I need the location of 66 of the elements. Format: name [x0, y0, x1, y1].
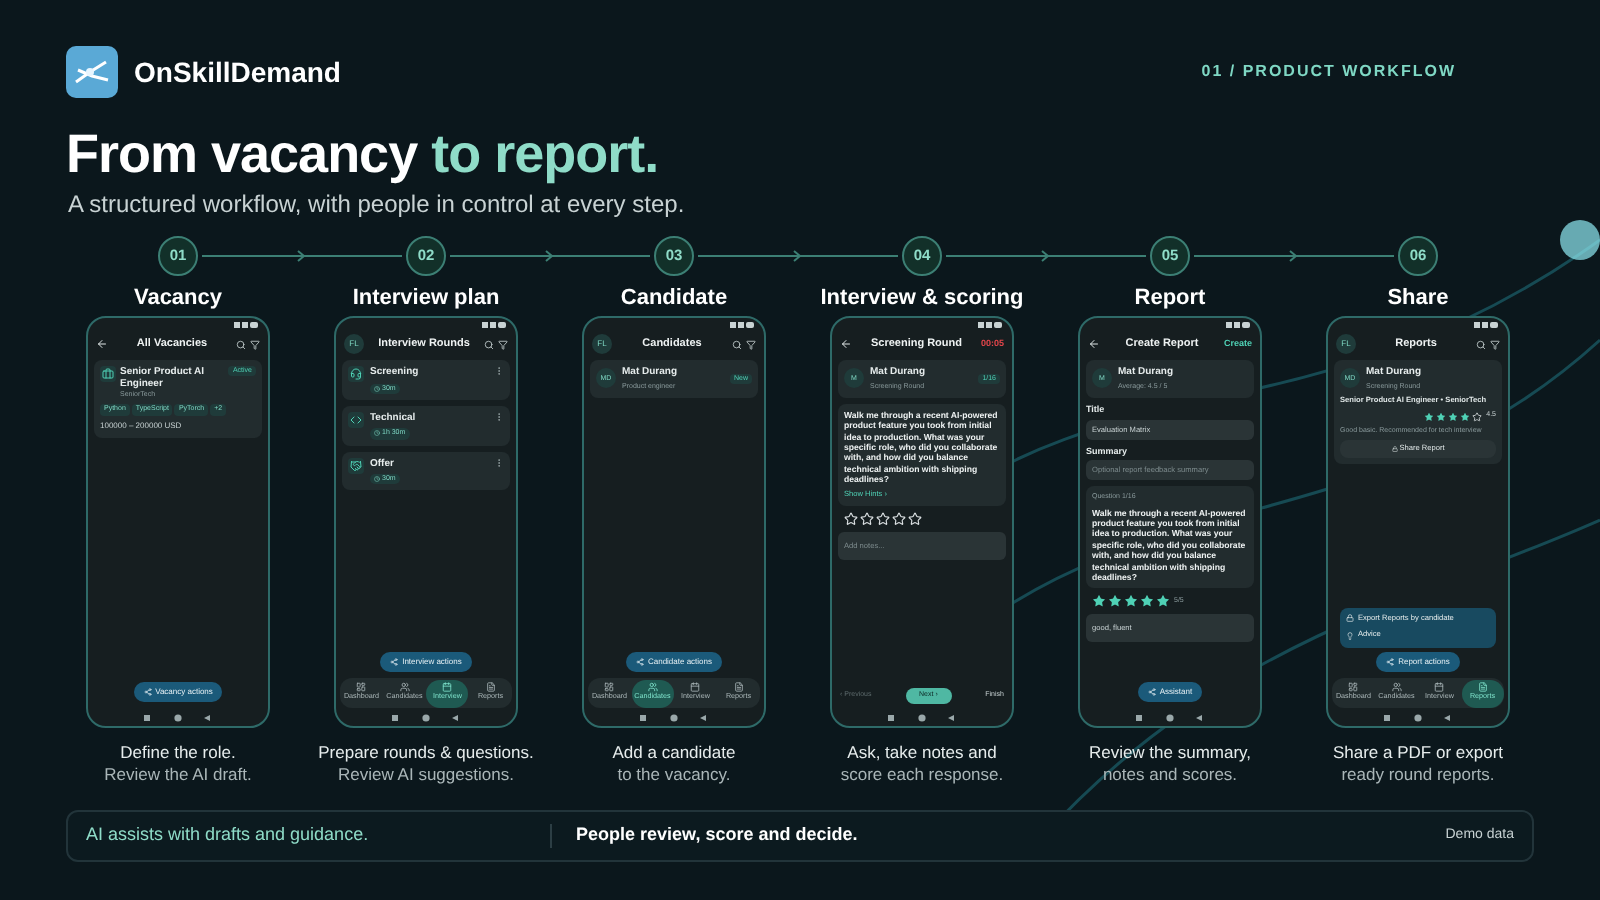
status-icons: [482, 322, 506, 328]
search-icon[interactable]: [236, 339, 246, 349]
step-caption: Ask, take notes and score each response.: [840, 742, 1004, 786]
step-caption: Define the role. Review the AI draft.: [104, 742, 252, 786]
nav-icon: [485, 682, 496, 693]
lock-icon: [1346, 614, 1354, 623]
round-icon: [348, 411, 364, 428]
status-icons: [1474, 322, 1498, 328]
lock-icon: [1391, 445, 1398, 452]
back-icon[interactable]: [96, 338, 108, 350]
nav-icon: [442, 682, 453, 693]
nav-icon: [1434, 682, 1445, 693]
star-rating[interactable]: [844, 512, 922, 527]
step-caption: Share a PDF or export ready round reports.: [1332, 742, 1504, 786]
nav-icon: [690, 682, 701, 693]
clock-icon: [374, 430, 380, 437]
people-note: People review, score and decide.: [576, 822, 860, 849]
status-icons: [234, 322, 258, 328]
headline: From vacancy to report.: [64, 122, 661, 186]
step-title: Report: [1134, 284, 1206, 312]
step-title: Share: [1387, 284, 1449, 312]
logo-icon: [66, 46, 118, 98]
lightbulb-icon: [1346, 632, 1354, 641]
briefcase-icon: [100, 366, 116, 382]
filter-icon[interactable]: [498, 339, 508, 349]
nav-icon: [647, 682, 658, 693]
step-title: Interview plan: [352, 284, 500, 312]
step-title: Vacancy: [133, 284, 223, 312]
nav-icon: [1348, 682, 1359, 693]
round-icon: [348, 457, 364, 473]
nav-icon: [604, 682, 615, 693]
clock-icon: [374, 476, 380, 483]
filter-icon[interactable]: [250, 339, 260, 349]
share-icon: [635, 658, 644, 666]
step-caption: Prepare rounds & questions. Review AI suggestions.: [318, 742, 534, 786]
status-icons: [978, 322, 1002, 328]
nav-icon: [356, 682, 367, 693]
star-rating[interactable]: [1092, 594, 1170, 609]
share-icon: [390, 658, 399, 666]
nav-icon: [733, 682, 744, 693]
back-icon[interactable]: [1088, 338, 1100, 350]
section-label: 01 / PRODUCT WORKFLOW: [1201, 60, 1456, 84]
nav-icon: [399, 682, 410, 693]
brand-name: OnSkillDemand: [134, 53, 341, 91]
status-icons: [730, 322, 754, 328]
ai-note: AI assists with drafts and guidance.: [86, 822, 371, 849]
search-icon[interactable]: [484, 339, 494, 349]
share-icon: [1147, 688, 1156, 696]
search-icon[interactable]: [732, 339, 742, 349]
share-icon: [1386, 658, 1395, 666]
step-caption: Add a candidate to the vacancy.: [612, 742, 736, 786]
filter-icon[interactable]: [1490, 339, 1500, 349]
step-caption: Review the summary, notes and scores.: [1088, 742, 1252, 786]
step-title: Interview & scoring: [820, 284, 1024, 312]
nav-icon: [1391, 682, 1402, 693]
share-icon: [143, 688, 152, 696]
subtitle: A structured workflow, with people in control at every step.: [66, 188, 687, 222]
nav-icon: [1477, 682, 1488, 693]
star-rating[interactable]: [1424, 411, 1483, 422]
back-icon[interactable]: [840, 338, 852, 350]
step-title: Candidate: [620, 284, 728, 312]
search-icon[interactable]: [1476, 339, 1486, 349]
round-icon: [348, 366, 364, 382]
filter-icon[interactable]: [746, 339, 756, 349]
clock-icon: [374, 385, 380, 392]
status-icons: [1226, 322, 1250, 328]
